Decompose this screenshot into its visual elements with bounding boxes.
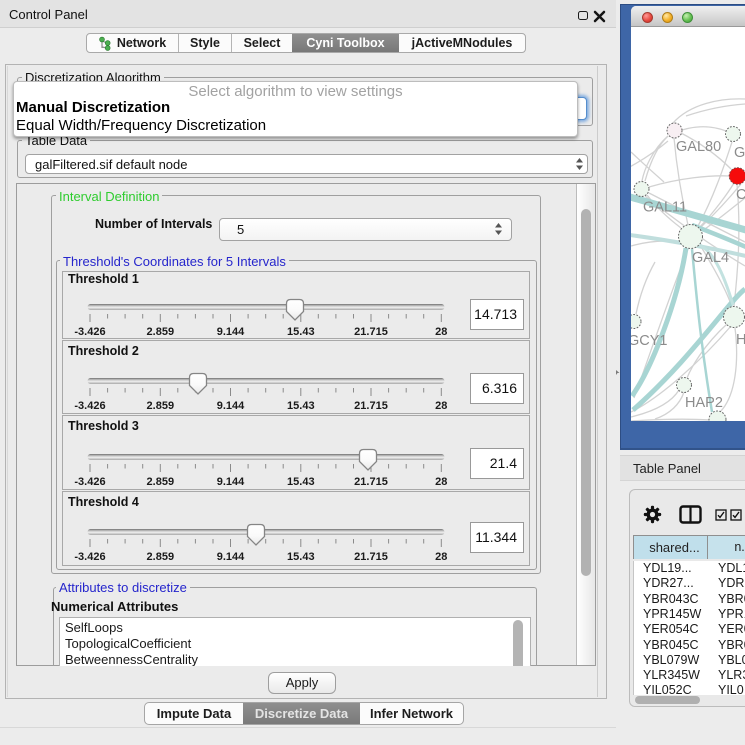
svg-text:2.859: 2.859 <box>147 326 175 338</box>
svg-text:21.715: 21.715 <box>354 400 388 412</box>
svg-text:HAP2: HAP2 <box>685 395 723 411</box>
svg-text:9.144: 9.144 <box>217 476 245 488</box>
svg-text:21.715: 21.715 <box>354 476 388 488</box>
svg-text:9.144: 9.144 <box>217 326 245 338</box>
svg-text:9.144: 9.144 <box>217 551 245 563</box>
svg-text:C: C <box>736 187 745 203</box>
svg-text:21.715: 21.715 <box>354 551 388 563</box>
svg-text:28: 28 <box>435 551 447 563</box>
svg-text:15.43: 15.43 <box>287 551 315 563</box>
svg-text:15.43: 15.43 <box>287 476 315 488</box>
svg-text:15.43: 15.43 <box>287 326 315 338</box>
svg-text:GAL11: GAL11 <box>643 200 687 216</box>
svg-text:28: 28 <box>435 326 447 338</box>
svg-text:2.859: 2.859 <box>147 476 175 488</box>
svg-text:-3.426: -3.426 <box>74 326 105 338</box>
svg-text:GAL4: GAL4 <box>692 250 729 266</box>
svg-text:-3.426: -3.426 <box>74 476 105 488</box>
svg-text:21.715: 21.715 <box>354 326 388 338</box>
svg-text:GAL80: GAL80 <box>676 139 721 155</box>
svg-text:H: H <box>736 332 745 348</box>
svg-text:2.859: 2.859 <box>147 400 175 412</box>
svg-text:2.859: 2.859 <box>147 551 175 563</box>
svg-text:-3.426: -3.426 <box>74 551 105 563</box>
svg-text:28: 28 <box>435 476 447 488</box>
svg-text:GA: GA <box>734 145 745 161</box>
svg-text:-3.426: -3.426 <box>74 400 105 412</box>
svg-text:15.43: 15.43 <box>287 400 315 412</box>
svg-text:28: 28 <box>435 400 447 412</box>
svg-text:9.144: 9.144 <box>217 400 245 412</box>
svg-text:GCY1: GCY1 <box>631 333 668 349</box>
